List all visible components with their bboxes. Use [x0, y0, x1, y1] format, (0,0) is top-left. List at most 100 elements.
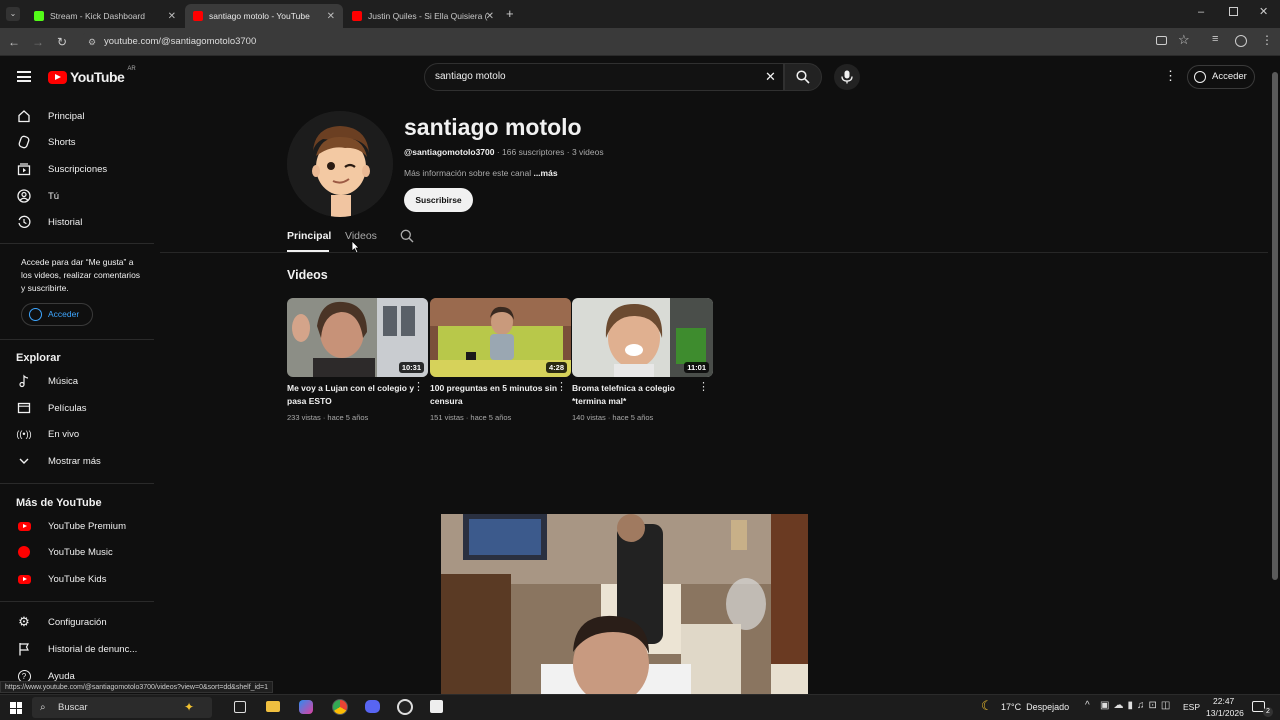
sidebar-item-label: Suscripciones [48, 163, 108, 175]
close-tab-icon[interactable]: ✕ [486, 11, 494, 22]
profile-icon[interactable] [1235, 35, 1247, 47]
search-button[interactable] [784, 63, 822, 91]
sidebar-item-principal[interactable]: Principal [0, 103, 154, 129]
channel-search-icon[interactable] [400, 229, 414, 248]
chrome-icon[interactable] [332, 699, 348, 715]
youtube-logo[interactable]: YouTube AR [48, 66, 136, 85]
language-indicator[interactable]: ESP [1183, 702, 1200, 712]
video-meta: 151 vistas · hace 5 años [430, 413, 512, 422]
obs-icon[interactable] [397, 699, 413, 715]
close-tab-icon[interactable]: ✕ [168, 11, 176, 22]
address-bar[interactable]: ⚙ youtube.com/@santiagomotolo3700 [80, 32, 1180, 52]
terminal-icon[interactable] [430, 700, 443, 713]
site-info-icon[interactable]: ⚙ [88, 32, 96, 52]
close-tab-icon[interactable]: ✕ [327, 11, 335, 22]
sidebar-item-configuracion[interactable]: ⚙ Configuración [0, 609, 154, 635]
mouse-cursor-icon [351, 240, 360, 259]
tab-principal[interactable]: Principal [287, 230, 331, 242]
tab-justin-quiles[interactable]: Justin Quiles - Si Ella Quisiera ( ✕ [344, 4, 502, 28]
install-app-icon[interactable] [1156, 36, 1167, 45]
sidebar-item-musica[interactable]: Música [0, 368, 154, 394]
video-card[interactable]: 10:31 Me voy a Lujan con el colegio y pa… [287, 298, 428, 422]
channel-more-info[interactable]: Más información sobre este canal ...más [404, 168, 558, 178]
sidebar-item-label: Shorts [48, 136, 76, 148]
videos-section-title[interactable]: Videos [287, 268, 328, 282]
video-duration: 4:28 [545, 362, 567, 373]
video-more-icon[interactable]: ⋮ [556, 380, 567, 393]
discord-icon[interactable] [365, 700, 380, 713]
tab-list-chevron-icon[interactable]: ⌄ [6, 7, 20, 21]
voice-search-button[interactable] [834, 64, 860, 90]
settings-more-icon[interactable]: ⋮ [1164, 68, 1177, 84]
video-more-icon[interactable]: ⋮ [698, 380, 709, 393]
signin-button[interactable]: Acceder [1187, 65, 1255, 89]
back-icon[interactable]: ← [6, 34, 22, 50]
weather-text[interactable]: 17°C Despejado [1001, 702, 1069, 712]
sidebar-item-youtube-premium[interactable]: YouTube Premium [0, 513, 154, 539]
video-title[interactable]: Me voy a Lujan con el colegio y pasa EST… [287, 382, 415, 408]
copilot-app-icon[interactable] [299, 700, 313, 714]
sidebar-item-youtube-kids[interactable]: YouTube Kids [0, 566, 154, 592]
video-title[interactable]: Broma telefnica a colegio *termina mal* [572, 382, 700, 408]
browser-menu-icon[interactable]: ⋮ [1261, 33, 1273, 47]
url-text: youtube.com/@santiagomotolo3700 [104, 36, 257, 47]
subscribe-button[interactable]: Suscribirse [404, 188, 473, 212]
music-icon [16, 373, 32, 389]
video-title[interactable]: 100 preguntas en 5 minutos sin censura [430, 382, 558, 408]
sidebar-item-label: Películas [48, 402, 87, 414]
media-controls-icon[interactable]: ≡ [1212, 33, 1218, 45]
sidebar-item-youtube-music[interactable]: YouTube Music [0, 539, 154, 565]
tray-chevron-icon[interactable]: ^ [1085, 700, 1090, 711]
sidebar-signin-button[interactable]: Acceder [21, 303, 93, 326]
sidebar-item-shorts[interactable]: Shorts [0, 129, 154, 155]
scrollbar-thumb[interactable] [1272, 72, 1278, 580]
sidebar-item-en-vivo[interactable]: ((•)) En vivo [0, 421, 154, 447]
sidebar-item-tu[interactable]: Tú [0, 183, 154, 209]
video-thumbnail[interactable]: 4:28 [430, 298, 571, 377]
windows-start-icon[interactable] [10, 702, 22, 714]
youtube-music-icon [16, 544, 32, 560]
minimize-icon[interactable]: – [1198, 6, 1204, 18]
hamburger-menu-icon[interactable] [17, 71, 31, 82]
search-input[interactable]: santiago motolo ✕ [424, 63, 784, 91]
sidebar-item-mostrar-mas[interactable]: Mostrar más [0, 448, 154, 474]
windows-taskbar: ⌕ Buscar ✦ ☾ 17°C Despejado ^ ▣☁▮♫⊡◫ ESP… [0, 694, 1280, 720]
sidebar-item-label: YouTube Music [48, 546, 113, 558]
reload-icon[interactable]: ↻ [54, 34, 70, 50]
home-icon [16, 108, 32, 124]
video-thumbnail[interactable]: 10:31 [287, 298, 428, 377]
video-thumbnail[interactable]: 11:01 [572, 298, 713, 377]
taskbar-search[interactable]: ⌕ Buscar ✦ [32, 697, 212, 718]
sidebar-item-historial[interactable]: Historial [0, 209, 154, 235]
file-explorer-icon[interactable] [266, 701, 280, 712]
task-view-icon[interactable] [234, 701, 246, 713]
youtube-logo-icon [48, 70, 67, 84]
clear-search-icon[interactable]: ✕ [765, 64, 776, 90]
tab-kick-dashboard[interactable]: Stream - Kick Dashboard ✕ [26, 4, 184, 28]
maximize-icon[interactable] [1229, 7, 1238, 16]
tray-icons[interactable]: ▣☁▮♫⊡◫ [1100, 700, 1174, 711]
more-info-text: Más información sobre este canal [404, 168, 534, 178]
tab-youtube-channel[interactable]: santiago motolo - YouTube ✕ [185, 4, 343, 28]
video-card[interactable]: 4:28 100 preguntas en 5 minutos sin cens… [430, 298, 571, 422]
new-tab-button[interactable]: + [506, 6, 514, 21]
channel-stats: · 166 suscriptores · 3 videos [494, 147, 604, 157]
clock-date[interactable]: 13/1/2026 [1206, 708, 1244, 718]
tab-videos[interactable]: Videos [345, 230, 377, 242]
sidebar-item-peliculas[interactable]: Películas [0, 395, 154, 421]
forward-icon[interactable]: → [30, 34, 46, 50]
gear-icon: ⚙ [18, 614, 30, 629]
memoji-avatar-image [287, 111, 393, 217]
sidebar-item-historial-denuncias[interactable]: Historial de denunc... [0, 636, 154, 662]
sidebar-item-suscripciones[interactable]: Suscripciones [0, 156, 154, 182]
clock-time[interactable]: 22:47 [1213, 696, 1234, 706]
sidebar-signin-label: Acceder [48, 309, 80, 319]
bookmark-star-icon[interactable]: ☆ [1178, 32, 1190, 48]
video-more-icon[interactable]: ⋮ [413, 380, 424, 393]
close-window-icon[interactable]: ✕ [1259, 5, 1268, 18]
account-icon [1194, 71, 1206, 83]
video-meta: 140 vistas · hace 5 años [572, 413, 654, 422]
movies-icon [16, 400, 32, 416]
more-link[interactable]: ...más [533, 168, 557, 178]
video-card[interactable]: 11:01 Broma telefnica a colegio *termina… [572, 298, 713, 422]
